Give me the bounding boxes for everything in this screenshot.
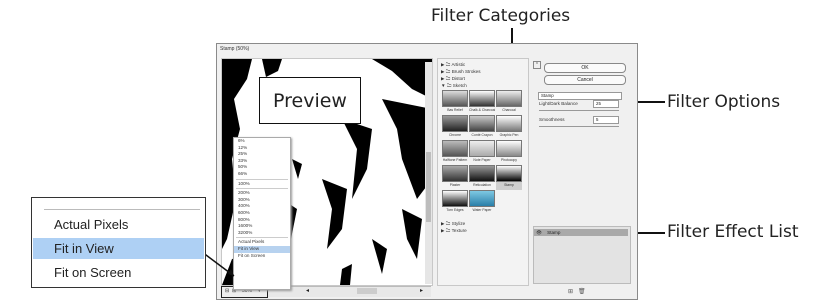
cancel-button[interactable]: Cancel <box>544 75 626 85</box>
menu-separator <box>236 188 288 190</box>
light-dark-input[interactable]: 25 <box>593 100 619 108</box>
category-sketch[interactable]: ▼ 🗀 Sketch <box>441 82 467 90</box>
smoothness-label: Smoothness <box>539 117 565 122</box>
filter-thumb-torn-edges[interactable]: Torn Edges <box>442 190 468 215</box>
ok-button[interactable]: OK <box>544 63 626 73</box>
smoothness-slider[interactable] <box>539 126 619 127</box>
zoom-menu[interactable]: 6% 12% 25% 33% 50% 66% 100% 200% 300% 40… <box>233 137 291 290</box>
effect-layer-label: Stamp <box>547 230 561 235</box>
menu-separator <box>236 237 288 239</box>
fit-on-screen-item[interactable]: Fit on Screen <box>33 262 204 283</box>
zoom-menu-item[interactable]: 12% <box>234 145 290 152</box>
delete-effect-layer-icon[interactable]: 🗑 <box>578 288 586 295</box>
zoom-menu-item[interactable]: 66% <box>234 171 290 178</box>
menu-separator <box>236 178 288 180</box>
filter-options-label: Filter Options <box>667 92 781 112</box>
zoom-menu-item[interactable]: 200% <box>234 190 290 197</box>
filter-thumb-reticulation[interactable]: Reticulation <box>469 165 495 190</box>
zoom-menu-item[interactable]: 800% <box>234 217 290 224</box>
filter-thumb-halftone-pattern[interactable]: Halftone Pattern <box>442 140 468 165</box>
filter-categories-label: Filter Categories <box>431 6 571 26</box>
zoom-minus-icon[interactable]: ⊟ <box>225 288 229 294</box>
preview-callout: Preview <box>259 77 361 124</box>
zoom-pointer-line <box>201 251 235 277</box>
light-dark-label: Light/Dark Balance <box>539 101 578 106</box>
zoom-menu-item[interactable]: 1600% <box>234 223 290 230</box>
filter-thumb-note-paper[interactable]: Note Paper <box>469 140 495 165</box>
zoom-menu-item[interactable]: 50% <box>234 164 290 171</box>
filter-effect-list-label: Filter Effect List <box>667 222 799 242</box>
zoom-menu-item[interactable]: 600% <box>234 210 290 217</box>
filter-thumb-graphic-pen[interactable]: Graphic Pen <box>496 115 522 140</box>
scroll-left-icon[interactable]: ◂ <box>306 287 309 294</box>
scroll-right-icon[interactable]: ▸ <box>420 287 423 294</box>
new-effect-layer-icon[interactable]: ⊞ <box>568 288 573 295</box>
fit-in-view-item[interactable]: Fit in View <box>33 238 204 259</box>
zoom-menu-item[interactable]: Fit on Screen <box>234 253 290 260</box>
effect-layer-row[interactable]: 👁 Stamp <box>534 229 628 236</box>
filter-thumb-chrome[interactable]: Chrome <box>442 115 468 140</box>
preview-scrollbar[interactable] <box>425 62 432 284</box>
light-dark-slider[interactable] <box>539 110 619 111</box>
dialog-title: Stamp (50%) <box>220 46 250 52</box>
filter-select[interactable]: Stamp <box>538 92 622 100</box>
zoom-menu-item[interactable]: 300% <box>234 197 290 204</box>
category-texture[interactable]: ▶ 🗀 Texture <box>441 227 467 235</box>
zoom-menu-callout: Actual Pixels Fit in View Fit on Screen <box>31 197 206 288</box>
zoom-menu-item-selected[interactable]: Fit in View <box>234 245 290 253</box>
filter-thumb-stamp[interactable]: Stamp <box>496 165 522 190</box>
zoom-menu-item[interactable]: 100% <box>234 181 290 188</box>
zoom-menu-item[interactable]: 6% <box>234 138 290 145</box>
filter-thumb-photocopy[interactable]: Photocopy <box>496 140 522 165</box>
filter-thumb-bas-relief[interactable]: Bas Relief <box>442 90 468 115</box>
filter-thumb-chalk-charcoal[interactable]: Chalk & Charcoal <box>469 90 495 115</box>
zoom-menu-item[interactable]: 33% <box>234 158 290 165</box>
filter-thumb-charcoal[interactable]: Charcoal <box>496 90 522 115</box>
zoom-menu-item[interactable]: 400% <box>234 203 290 210</box>
horizontal-scroll-thumb[interactable] <box>357 288 377 294</box>
zoom-menu-item[interactable]: Actual Pixels <box>234 239 290 246</box>
smoothness-input[interactable]: 5 <box>593 116 619 124</box>
menu-separator <box>44 209 200 210</box>
filter-thumb-plaster[interactable]: Plaster <box>442 165 468 190</box>
filter-thumb-water-paper[interactable]: Water Paper <box>469 190 495 215</box>
filter-thumb-conte-crayon[interactable]: Conté Crayon <box>469 115 495 140</box>
collapse-icon[interactable]: ⌃ <box>533 61 541 69</box>
visibility-eye-icon[interactable]: 👁 <box>534 230 542 235</box>
zoom-menu-item[interactable]: 25% <box>234 151 290 158</box>
zoom-menu-item[interactable]: 3200% <box>234 230 290 237</box>
actual-pixels-item[interactable]: Actual Pixels <box>33 214 204 235</box>
